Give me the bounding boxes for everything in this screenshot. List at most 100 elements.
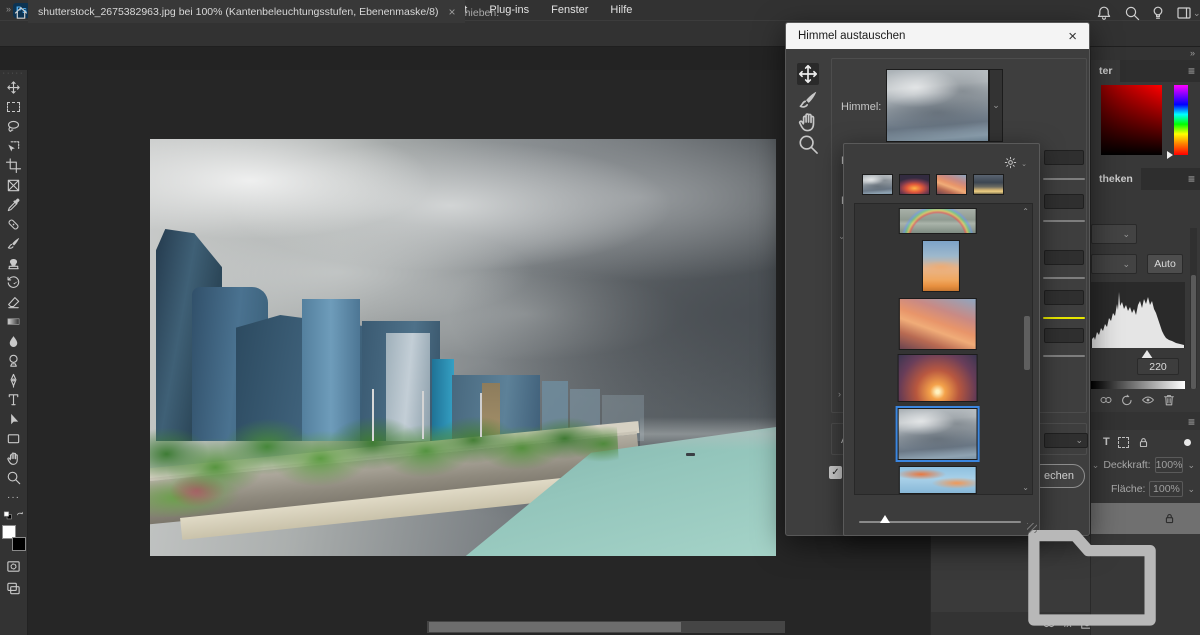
list-scroll-down-icon[interactable]: ⌄ (1022, 483, 1029, 492)
shift-edge-value-field[interactable] (1044, 150, 1084, 165)
dialog-zoom-tool[interactable] (797, 133, 819, 155)
gear-icon[interactable] (1004, 156, 1017, 169)
zoom-tool[interactable] (3, 468, 25, 488)
sky-thumbnail-orange-blue[interactable] (898, 466, 976, 494)
libraries-panel-tab-fragment[interactable]: theken (1091, 168, 1141, 190)
hand-tool[interactable] (3, 449, 25, 469)
document-tab[interactable]: shutterstock_2675382963.jpg bei 100% (Ka… (28, 0, 465, 23)
background-color-swatch[interactable] (12, 537, 26, 551)
screen-mode-button[interactable] (3, 579, 25, 599)
fade-edge-value-field[interactable] (1044, 194, 1084, 209)
eyedropper-tool[interactable] (3, 195, 25, 215)
horizontal-scrollbar-thumb[interactable] (429, 622, 681, 632)
dialog-title-bar[interactable]: Himmel austauschen × (786, 23, 1089, 49)
dialog-close-icon[interactable]: × (1068, 28, 1077, 45)
sky-dropdown-button[interactable]: ⌄ (989, 69, 1003, 142)
type-tool[interactable] (3, 390, 25, 410)
color-panel-tab-fragment[interactable]: ter (1091, 60, 1120, 82)
scale-slider[interactable] (1043, 355, 1085, 357)
sky-thumbnail-vertical-sunset[interactable] (921, 240, 959, 292)
layer-pin-dot-icon[interactable] (1184, 439, 1191, 446)
shape-tool[interactable] (3, 429, 25, 449)
workspace-chevron-icon[interactable]: ⌄ (1193, 8, 1200, 19)
path-selection-tool[interactable] (3, 410, 25, 430)
popup-resize-grip[interactable] (1027, 523, 1037, 533)
fill-chevron-icon[interactable]: ⌄ (1187, 484, 1195, 495)
properties-dropdown-2[interactable]: ⌄ (1091, 254, 1137, 274)
hue-pointer-icon[interactable] (1167, 151, 1173, 159)
dock-collapse-icon[interactable]: » (1190, 48, 1195, 58)
marquee-tool[interactable] (3, 98, 25, 118)
fade-edge-slider[interactable] (1043, 220, 1085, 222)
pen-tool[interactable] (3, 371, 25, 391)
temperature-value-field[interactable] (1044, 290, 1084, 305)
gradient-tool[interactable] (3, 312, 25, 332)
toolbar-grip[interactable]: ····· (3, 70, 25, 78)
document-canvas[interactable] (150, 139, 776, 556)
recent-sky-storm[interactable] (862, 174, 893, 195)
toolbar-collapse-icon[interactable]: » (6, 4, 11, 14)
lock-position-icon[interactable] (1118, 437, 1129, 448)
shift-edge-slider[interactable] (1043, 178, 1085, 180)
eraser-tool[interactable] (3, 293, 25, 313)
brightness-slider[interactable] (1043, 277, 1085, 279)
properties-scrollbar-thumb[interactable] (1191, 275, 1196, 389)
recent-sky-pink-sunset[interactable] (936, 174, 967, 195)
healing-brush-tool[interactable] (3, 215, 25, 235)
document-tab-close-icon[interactable]: × (448, 5, 455, 19)
blend-mode-chevron-icon[interactable]: ⌄ (1092, 460, 1100, 471)
color-saturation-field[interactable] (1101, 85, 1162, 155)
horizontal-scrollbar[interactable] (427, 621, 785, 633)
output-dropdown[interactable]: ⌄ (1044, 433, 1088, 448)
lock-all-icon[interactable] (1137, 436, 1150, 449)
brush-tool[interactable] (3, 234, 25, 254)
eye-icon[interactable] (1141, 393, 1155, 407)
sky-thumbnail-sun-horizon[interactable] (897, 354, 977, 402)
sky-thumbnail-orange-streaks[interactable] (898, 298, 976, 350)
layers-panel-menu-icon[interactable]: ≡ (1188, 415, 1195, 429)
opacity-chevron-icon[interactable]: ⌄ (1187, 460, 1195, 471)
list-scroll-up-icon[interactable]: ⌃ (1022, 207, 1029, 216)
foreground-background-swatches[interactable] (2, 525, 26, 551)
trash-icon[interactable] (1162, 393, 1176, 407)
color-panel-menu-icon[interactable]: ≡ (1188, 64, 1195, 78)
auto-button[interactable]: Auto (1147, 254, 1183, 274)
sky-thumbnail-rainbow[interactable] (898, 208, 976, 234)
recent-sky-dark-dusk[interactable] (973, 174, 1004, 195)
sky-thumbnail-storm-selected[interactable] (897, 408, 977, 460)
libraries-panel-menu-icon[interactable]: ≡ (1188, 172, 1195, 186)
crop-tool[interactable] (3, 156, 25, 176)
workspace-switcher-icon[interactable] (1176, 5, 1192, 21)
object-selection-tool[interactable] (3, 137, 25, 157)
link-icon[interactable] (1099, 393, 1113, 407)
default-swap-colors[interactable] (3, 507, 25, 523)
lasso-tool[interactable] (3, 117, 25, 137)
opacity-value-field[interactable]: 100% (1155, 457, 1184, 473)
quick-mask-button[interactable] (3, 557, 25, 577)
properties-scrollbar[interactable] (1190, 228, 1197, 388)
preview-checkbox[interactable]: ✓ (829, 466, 842, 479)
discover-lightbulb-icon[interactable] (1150, 5, 1166, 21)
sky-preview-thumbnail[interactable] (886, 69, 989, 142)
thumbnail-size-slider-handle[interactable] (880, 515, 890, 523)
temperature-slider-active[interactable] (1043, 317, 1085, 319)
recent-sky-red-sunset[interactable] (899, 174, 930, 195)
fill-value-field[interactable]: 100% (1149, 481, 1183, 497)
reset-icon[interactable] (1120, 393, 1134, 407)
hue-strip[interactable] (1174, 85, 1188, 155)
clone-stamp-tool[interactable] (3, 254, 25, 274)
properties-dropdown-1[interactable]: ⌄ (1091, 224, 1137, 244)
history-brush-tool[interactable] (3, 273, 25, 293)
edit-toolbar-ellipsis[interactable]: ··· (3, 488, 25, 508)
lock-type-icon[interactable]: T (1103, 436, 1110, 448)
brightness-value-field[interactable] (1044, 250, 1084, 265)
list-scrollbar-thumb[interactable] (1024, 316, 1030, 370)
gear-chevron-icon[interactable]: ⌄ (1021, 160, 1027, 168)
section-collapsed-chevron-icon[interactable]: › (838, 389, 841, 399)
level-value-field[interactable]: 220 (1137, 358, 1179, 375)
notifications-bell-icon[interactable] (1096, 5, 1112, 21)
move-tool[interactable] (3, 78, 25, 98)
blur-tool[interactable] (3, 332, 25, 352)
dodge-tool[interactable] (3, 351, 25, 371)
search-icon[interactable] (1124, 5, 1140, 21)
